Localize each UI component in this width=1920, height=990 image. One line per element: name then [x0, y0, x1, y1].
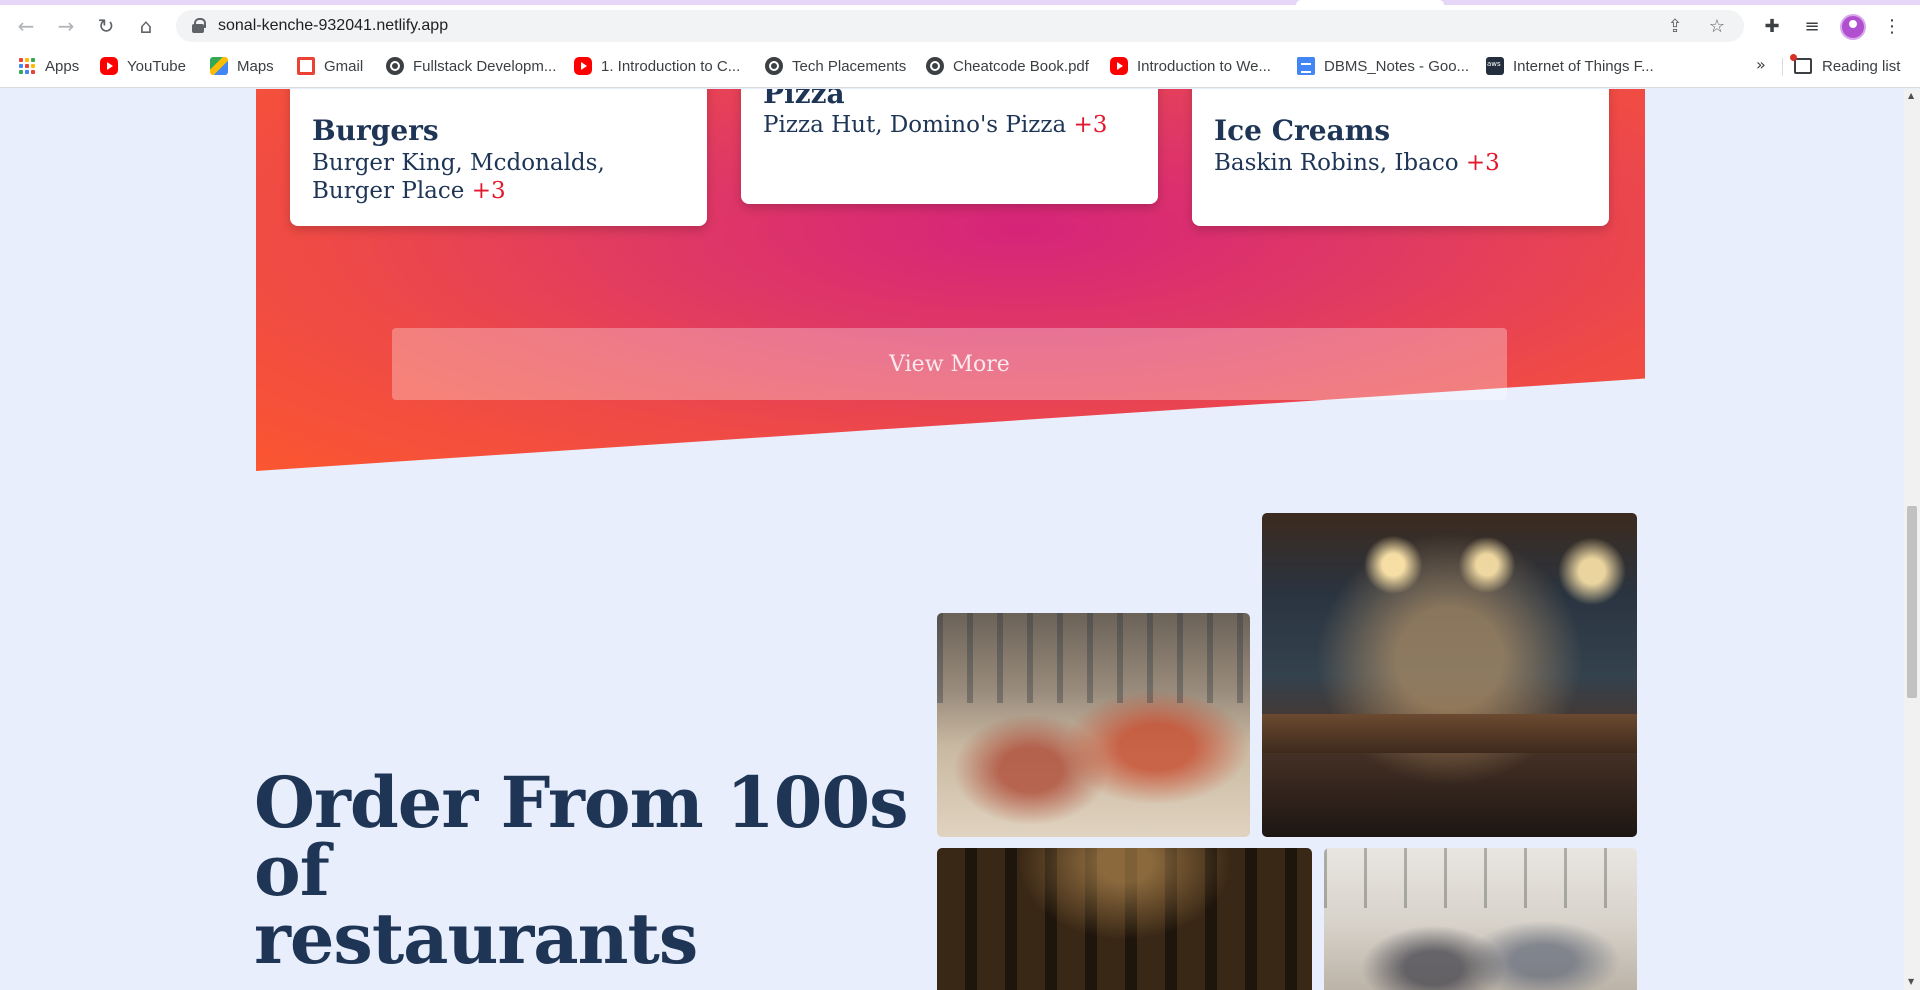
card-title: Pizza [763, 89, 845, 110]
bookmarks-overflow-icon[interactable]: » [1756, 55, 1766, 74]
gmail-icon [297, 57, 315, 75]
maps-icon [210, 57, 228, 75]
card-brands-text: Pizza Hut, Domino's Pizza [763, 112, 1067, 138]
bookmark-label: Maps [237, 57, 274, 75]
bookmark-dbms-notes[interactable]: DBMS_Notes - Goo... [1297, 55, 1469, 77]
bookmark-label: Gmail [324, 57, 364, 75]
card-brands-text: Burger King, Mcdonalds, Burger Place [312, 150, 605, 204]
bookmark-label: Internet of Things F... [1513, 57, 1654, 75]
bookmark-label: Apps [45, 57, 80, 75]
share-icon[interactable]: ⇪ [1664, 15, 1686, 37]
menu-kebab-icon[interactable]: ⋮ [1878, 12, 1906, 40]
home-icon[interactable]: ⌂ [132, 12, 160, 40]
apps-grid-icon [18, 57, 36, 75]
youtube-icon [574, 57, 592, 75]
address-bar[interactable]: sonal-kenche-932041.netlify.app ⇪ ☆ [176, 10, 1744, 42]
globe-icon [765, 57, 783, 75]
view-more-button[interactable]: View More [392, 328, 1507, 400]
card-brands: Burger King, Mcdonalds, Burger Place +3 [312, 149, 685, 205]
bookmark-label: YouTube [127, 57, 186, 75]
globe-icon [386, 57, 404, 75]
bookmark-intro-c[interactable]: 1. Introduction to C... [574, 55, 740, 77]
active-tab[interactable] [1296, 0, 1444, 5]
restaurant-dining-photo [937, 613, 1250, 837]
bookmark-label: Cheatcode Book.pdf [953, 57, 1089, 75]
bookmark-maps[interactable]: Maps [210, 55, 274, 77]
restaurant-bar-photo [1262, 513, 1637, 837]
bookmark-star-icon[interactable]: ☆ [1706, 15, 1728, 37]
scroll-down-arrow-icon[interactable]: ▼ [1908, 977, 1914, 986]
bookmark-label: Introduction to We... [1137, 57, 1271, 75]
order-section-heading: Order From 100s of restaurants [254, 768, 954, 974]
browser-toolbar: ← → ↻ ⌂ sonal-kenche-932041.netlify.app … [0, 6, 1920, 46]
bookmark-apps[interactable]: Apps [18, 55, 79, 77]
card-more-count[interactable]: +3 [1073, 112, 1107, 138]
page-scrollbar[interactable]: ▲ ▼ [1904, 89, 1920, 990]
youtube-icon [1110, 57, 1128, 75]
card-brands: Baskin Robins, Ibaco +3 [1214, 149, 1587, 177]
browser-chrome: ← → ↻ ⌂ sonal-kenche-932041.netlify.app … [0, 0, 1920, 88]
reading-list-icon [1790, 54, 1812, 74]
scrollbar-thumb[interactable] [1907, 506, 1917, 698]
bookmarks-bar: Apps YouTube Maps Gmail Fullstack Develo… [0, 50, 1920, 82]
page-viewport: Burgers Burger King, Mcdonalds, Burger P… [0, 89, 1904, 990]
forward-icon[interactable]: → [52, 12, 80, 40]
restaurant-cafe-photo [1324, 848, 1637, 990]
lock-icon[interactable] [192, 18, 206, 34]
heading-line-1: Order From 100s of [254, 761, 909, 912]
bookmark-tech-placements[interactable]: Tech Placements [765, 55, 906, 77]
bookmark-label: 1. Introduction to C... [601, 57, 741, 75]
card-more-count[interactable]: +3 [1466, 150, 1500, 176]
reload-icon[interactable]: ↻ [92, 12, 120, 40]
card-title: Burgers [312, 114, 439, 147]
docs-icon [1297, 57, 1315, 75]
card-title: Ice Creams [1214, 114, 1391, 147]
url-text[interactable]: sonal-kenche-932041.netlify.app [218, 17, 448, 35]
bookmarks-divider [1782, 58, 1783, 76]
extensions-icon[interactable]: ✚ [1758, 12, 1786, 40]
category-card-burgers[interactable]: Burgers Burger King, Mcdonalds, Burger P… [290, 89, 707, 226]
bookmark-cheatcode[interactable]: Cheatcode Book.pdf [926, 55, 1089, 77]
bookmark-youtube[interactable]: YouTube [100, 55, 186, 77]
category-card-ice-creams[interactable]: Ice Creams Baskin Robins, Ibaco +3 [1192, 89, 1609, 226]
profile-avatar[interactable] [1840, 14, 1866, 40]
category-card-pizza[interactable]: Pizza Pizza Hut, Domino's Pizza +3 [741, 89, 1158, 204]
bookmark-gmail[interactable]: Gmail [297, 55, 363, 77]
reading-list-button[interactable]: Reading list [1790, 54, 1901, 77]
globe-icon [926, 57, 944, 75]
youtube-icon [100, 57, 118, 75]
card-brands: Pizza Hut, Domino's Pizza +3 [763, 111, 1136, 139]
bookmark-intro-web[interactable]: Introduction to We... [1110, 55, 1271, 77]
card-brands-text: Baskin Robins, Ibaco [1214, 150, 1459, 176]
tab-strip [0, 0, 1920, 5]
bookmark-fullstack[interactable]: Fullstack Developm... [386, 55, 556, 77]
restaurant-hall-photo [937, 848, 1312, 990]
bookmark-label: DBMS_Notes - Goo... [1324, 57, 1470, 75]
heading-line-2: restaurants [254, 897, 698, 980]
scroll-up-arrow-icon[interactable]: ▲ [1908, 91, 1914, 100]
aws-icon [1486, 57, 1504, 75]
media-control-icon[interactable]: ≡ [1798, 12, 1826, 40]
bookmark-iot[interactable]: Internet of Things F... [1486, 55, 1654, 77]
bookmark-label: Fullstack Developm... [413, 57, 557, 75]
reading-list-label: Reading list [1822, 57, 1901, 75]
notification-dot [1790, 54, 1797, 61]
bookmark-label: Tech Placements [792, 57, 907, 75]
card-more-count[interactable]: +3 [472, 178, 506, 204]
back-icon[interactable]: ← [12, 12, 40, 40]
